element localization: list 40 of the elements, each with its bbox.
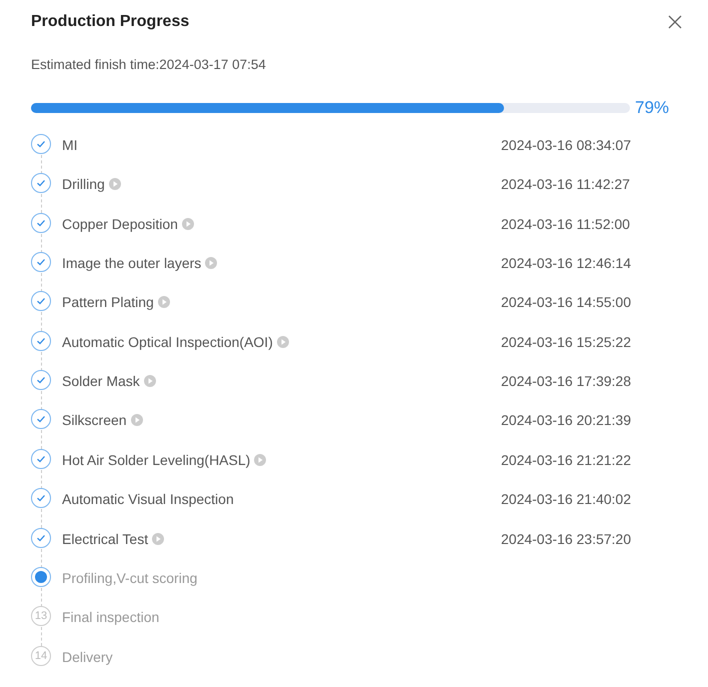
step-time: 2024-03-16 17:39:28 (501, 372, 631, 392)
play-icon[interactable] (144, 375, 156, 388)
step-number: 13 (31, 606, 51, 626)
progress-percent: 79% (635, 97, 670, 120)
play-icon[interactable] (152, 532, 164, 545)
step-time: 2024-03-16 21:21:22 (501, 450, 631, 470)
step-label: Solder Mask (62, 372, 140, 392)
step-label: Automatic Visual Inspection (62, 490, 234, 510)
play-icon[interactable] (182, 218, 194, 230)
play-icon[interactable] (254, 454, 266, 466)
play-icon[interactable] (205, 256, 218, 269)
step-time: 2024-03-16 12:46:14 (501, 254, 631, 273)
step-label: Automatic Optical Inspection(AOI) (62, 332, 273, 352)
step-label: Final inspection (62, 608, 160, 628)
step-number: 14 (31, 646, 51, 666)
step-label: Drilling (62, 175, 105, 194)
step-label: Delivery (62, 648, 113, 667)
step-label: Silkscreen (62, 411, 127, 430)
step-time: 2024-03-16 15:25:22 (501, 332, 631, 352)
step-time: 2024-03-16 20:21:39 (501, 411, 631, 430)
dialog-title: Production Progress (31, 12, 190, 32)
play-icon[interactable] (276, 336, 289, 348)
step-label: Copper Deposition (62, 214, 178, 234)
step-label: Image the outer layers (62, 254, 202, 273)
play-icon[interactable] (108, 178, 121, 190)
step-time: 2024-03-16 14:55:00 (501, 293, 631, 312)
step-label: MI (62, 136, 78, 155)
step-label: Hot Air Solder Leveling(HASL) (62, 450, 250, 470)
close-button[interactable] (666, 13, 684, 31)
step-label: Electrical Test (62, 530, 148, 549)
step-time: 2024-03-16 11:52:00 (501, 214, 630, 234)
step-time: 2024-03-16 23:57:20 (501, 530, 631, 549)
play-icon[interactable] (130, 414, 143, 426)
step-time: 2024-03-16 21:40:02 (501, 490, 631, 510)
step-label: Profiling,V-cut scoring (62, 569, 198, 588)
estimated-finish-text: Estimated finish time:2024-03-17 07:54 (31, 56, 267, 74)
step-time: 2024-03-16 08:34:07 (501, 136, 631, 155)
step-time: 2024-03-16 11:42:27 (501, 175, 630, 194)
step-label: Pattern Plating (62, 293, 154, 312)
play-icon[interactable] (158, 296, 170, 308)
